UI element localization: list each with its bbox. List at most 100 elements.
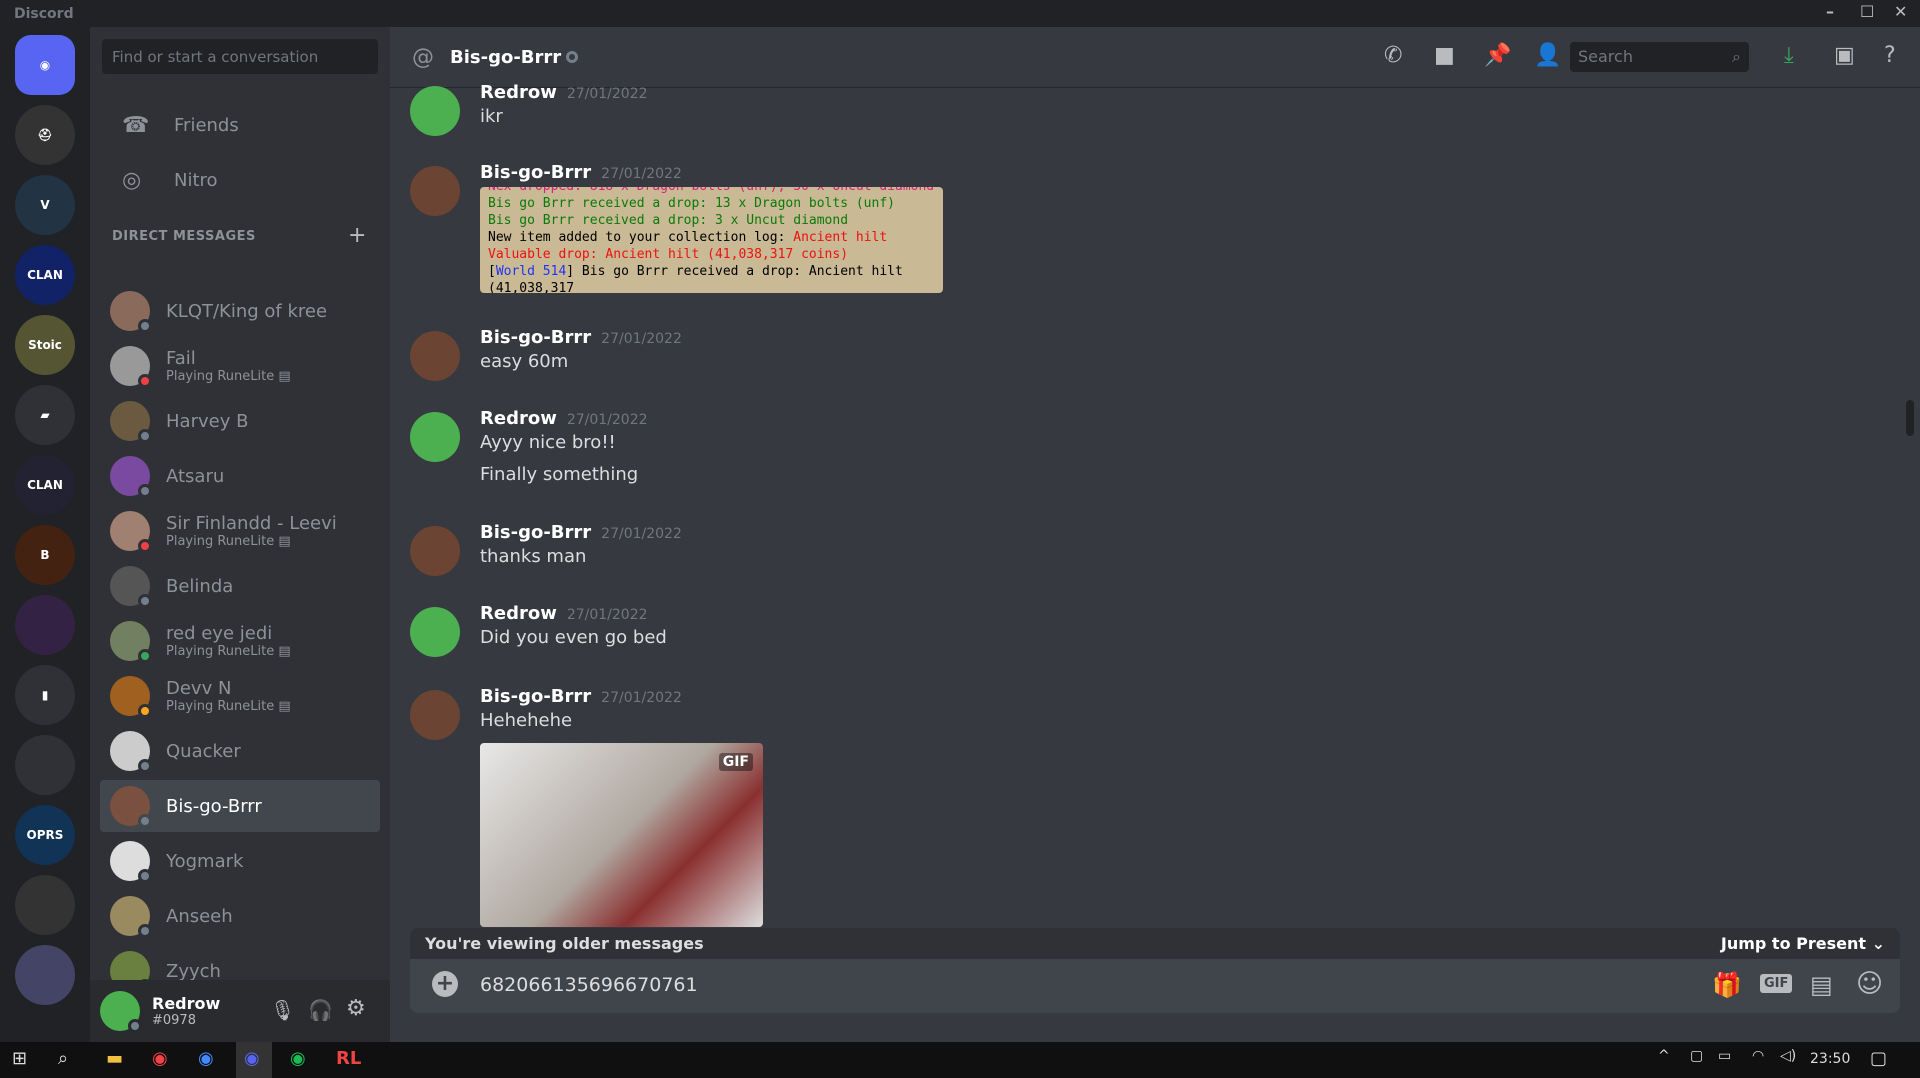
discord-taskbar-icon[interactable]: ◉ bbox=[236, 1042, 272, 1078]
emoji-icon[interactable]: ☺ bbox=[1856, 969, 1883, 999]
message-input[interactable]: 682066135696670761 bbox=[480, 974, 698, 996]
gift-icon[interactable]: 🎁 bbox=[1712, 971, 1742, 999]
gif-embed[interactable]: GIF bbox=[480, 743, 763, 927]
status-indicator bbox=[138, 429, 152, 443]
inbox-icon[interactable]: ▣ bbox=[1834, 43, 1855, 68]
clock[interactable]: 23:50 bbox=[1810, 1051, 1850, 1067]
server-icon[interactable]: ▮ bbox=[15, 665, 75, 725]
camera-icon[interactable]: ▢ bbox=[1690, 1048, 1703, 1064]
avatar[interactable] bbox=[410, 331, 460, 381]
avatar[interactable] bbox=[410, 526, 460, 576]
create-dm-icon[interactable]: + bbox=[348, 223, 366, 248]
server-icon[interactable] bbox=[15, 735, 75, 795]
dm-item[interactable]: Anseeh bbox=[100, 890, 380, 942]
pinned-messages-icon[interactable]: 📌 bbox=[1484, 43, 1511, 68]
voice-call-icon[interactable]: ✆ bbox=[1384, 43, 1402, 68]
dm-item[interactable]: red eye jedi Playing RuneLite ▤ bbox=[100, 615, 380, 667]
drop-screenshot[interactable]: Nex dropped: 818 x Dragon bolts (unf), 3… bbox=[480, 187, 943, 293]
server-icon[interactable]: V bbox=[15, 175, 75, 235]
message-composer[interactable]: + 682066135696670761 🎁 GIF ▤ ☺ bbox=[410, 959, 1900, 1013]
server-icon[interactable]: ⛑ bbox=[15, 105, 75, 165]
dm-item[interactable]: Sir Finlandd - Leevi Playing RuneLite ▤ bbox=[100, 505, 380, 557]
minimize-icon[interactable]: – bbox=[1826, 2, 1834, 21]
dm-activity: Playing RuneLite ▤ bbox=[166, 534, 291, 549]
server-icon[interactable]: ◉ bbox=[15, 35, 75, 95]
search-icon: ⌕ bbox=[1732, 47, 1741, 66]
chrome-icon[interactable]: ◉ bbox=[152, 1048, 168, 1069]
server-icon[interactable] bbox=[15, 945, 75, 1005]
download-icon[interactable]: ⤓ bbox=[1784, 43, 1794, 68]
message-author[interactable]: Redrow 27/01/2022 bbox=[480, 603, 648, 624]
video-call-icon[interactable]: ■ bbox=[1434, 43, 1455, 68]
close-icon[interactable]: ✕ bbox=[1894, 2, 1907, 21]
dm-name: Harvey B bbox=[166, 410, 249, 432]
settings-gear-icon[interactable]: ⚙ bbox=[346, 996, 366, 1021]
dm-item[interactable]: Harvey B bbox=[100, 395, 380, 447]
status-indicator bbox=[138, 649, 152, 663]
file-explorer-icon[interactable]: ▬ bbox=[106, 1048, 123, 1069]
add-friend-icon[interactable]: 👤 bbox=[1534, 43, 1561, 68]
app-icon[interactable]: ◉ bbox=[198, 1048, 214, 1069]
help-icon[interactable]: ? bbox=[1884, 43, 1896, 68]
avatar bbox=[110, 621, 152, 663]
server-icon[interactable]: ▰ bbox=[15, 385, 75, 445]
avatar[interactable] bbox=[410, 166, 460, 216]
dm-item[interactable]: Yogmark bbox=[100, 835, 380, 887]
message-timestamp: 27/01/2022 bbox=[601, 331, 682, 347]
server-icon[interactable]: OPRS bbox=[15, 805, 75, 865]
dm-item[interactable]: Fail Playing RuneLite ▤ bbox=[100, 340, 380, 392]
server-icon[interactable] bbox=[15, 595, 75, 655]
message-author[interactable]: Bis-go-Brrr 27/01/2022 bbox=[480, 686, 682, 707]
message-author[interactable]: Bis-go-Brrr 27/01/2022 bbox=[480, 522, 682, 543]
upload-plus-icon[interactable]: + bbox=[432, 971, 458, 997]
windows-start-icon[interactable]: ⊞ bbox=[12, 1048, 27, 1069]
find-conversation-input[interactable]: Find or start a conversation bbox=[102, 39, 378, 74]
dm-item[interactable]: Quacker bbox=[100, 725, 380, 777]
message-author[interactable]: Bis-go-Brrr 27/01/2022 bbox=[480, 162, 682, 183]
avatar bbox=[110, 401, 152, 443]
search-input[interactable]: Search ⌕ bbox=[1570, 42, 1749, 72]
dm-item[interactable]: Belinda bbox=[100, 560, 380, 612]
server-icon[interactable] bbox=[15, 875, 75, 935]
dm-item[interactable]: Atsaru bbox=[100, 450, 380, 502]
drop-log-line: Valuable drop: Ancient hilt (41,038,317 … bbox=[488, 247, 849, 262]
server-rail: ◉ ⛑ V CLAN Stoic ▰ CLAN B ▮ OPRS bbox=[0, 27, 90, 1042]
server-icon[interactable]: CLAN bbox=[15, 245, 75, 305]
dm-name: Belinda bbox=[166, 575, 234, 597]
volume-icon[interactable]: ◁) bbox=[1780, 1048, 1796, 1064]
avatar bbox=[110, 731, 152, 773]
notifications-icon[interactable]: ▢ bbox=[1870, 1048, 1887, 1069]
server-icon[interactable]: B bbox=[15, 525, 75, 585]
sticker-icon[interactable]: ▤ bbox=[1810, 971, 1833, 999]
message-author[interactable]: Redrow 27/01/2022 bbox=[480, 408, 648, 429]
dm-item[interactable]: KLQT/King of kree bbox=[100, 285, 380, 337]
gif-picker-icon[interactable]: GIF bbox=[1760, 974, 1793, 993]
battery-icon[interactable]: ▭ bbox=[1718, 1048, 1731, 1064]
avatar[interactable] bbox=[100, 991, 142, 1033]
wifi-icon[interactable]: ◠ bbox=[1752, 1048, 1764, 1064]
avatar[interactable] bbox=[410, 86, 460, 136]
dm-item[interactable]: Devv N Playing RuneLite ▤ bbox=[100, 670, 380, 722]
runelite-icon[interactable]: RL bbox=[336, 1048, 361, 1069]
tray-chevron-icon[interactable]: ^ bbox=[1658, 1048, 1670, 1064]
server-icon[interactable]: CLAN bbox=[15, 455, 75, 515]
jump-to-present-button[interactable]: Jump to Present ⌄ bbox=[1721, 934, 1885, 953]
headphones-icon[interactable]: 🎧 bbox=[308, 998, 333, 1022]
microphone-icon[interactable]: 🎙 bbox=[270, 998, 295, 1022]
nav-label: Friends bbox=[174, 114, 239, 136]
maximize-icon[interactable]: ☐ bbox=[1860, 2, 1874, 21]
nav-nitro[interactable]: ◎ Nitro bbox=[102, 155, 378, 205]
avatar[interactable] bbox=[410, 690, 460, 740]
avatar bbox=[110, 456, 152, 498]
nav-friends[interactable]: ☎ Friends bbox=[102, 100, 378, 150]
message-author[interactable]: Bis-go-Brrr 27/01/2022 bbox=[480, 327, 682, 348]
scrollbar-thumb[interactable] bbox=[1906, 400, 1914, 436]
dm-name: Zyych bbox=[166, 960, 221, 982]
server-icon[interactable]: Stoic bbox=[15, 315, 75, 375]
search-icon[interactable]: ⌕ bbox=[58, 1048, 68, 1069]
avatar[interactable] bbox=[410, 607, 460, 657]
dm-item[interactable]: Bis-go-Brrr bbox=[100, 780, 380, 832]
avatar[interactable] bbox=[410, 412, 460, 462]
spotify-icon[interactable]: ◉ bbox=[290, 1048, 306, 1069]
message-author[interactable]: Redrow 27/01/2022 bbox=[480, 82, 648, 103]
